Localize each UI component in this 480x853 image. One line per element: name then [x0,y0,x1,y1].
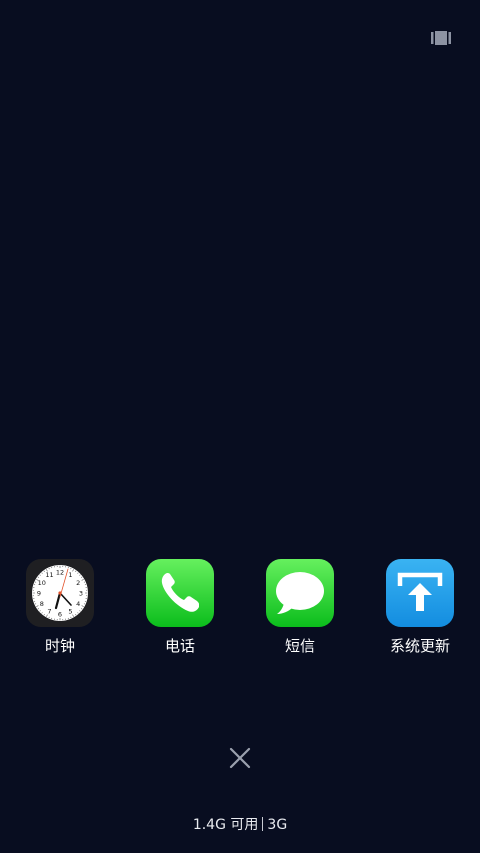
clock-numeral: 12 [56,568,64,576]
app-system-update[interactable]: 系统更新 [365,559,475,655]
clock-numeral: 6 [58,610,62,618]
app-label-messages: 短信 [284,637,315,655]
phone-icon [146,559,214,627]
clock-numeral: 3 [79,589,83,597]
clock-numeral: 9 [37,589,41,597]
clock-numeral: 11 [45,571,53,579]
system-update-icon [386,559,454,627]
clock-icon: 12 1 2 3 4 5 6 7 8 9 10 11 [26,559,94,627]
app-row: 12 1 2 3 4 5 6 7 8 9 10 11 时钟 电话 短信 系统更新 [0,559,480,669]
network-type: 3G [267,817,288,833]
message-icon [266,559,334,627]
app-phone[interactable]: 电话 [125,559,235,655]
app-label-clock: 时钟 [44,637,75,655]
close-icon [229,747,251,769]
clock-numeral: 8 [40,600,44,608]
app-clock[interactable]: 12 1 2 3 4 5 6 7 8 9 10 11 时钟 [5,559,115,655]
layout-toggle-icon[interactable] [431,31,451,45]
storage-available: 1.4G 可用 [192,817,259,833]
clock-numeral: 1 [68,571,72,579]
close-button[interactable] [226,744,254,772]
clock-numeral: 5 [68,607,72,615]
clock-numeral: 7 [47,607,51,615]
storage-info: 1.4G 可用 3G [0,816,480,834]
divider [262,817,264,831]
clock-numeral: 4 [76,600,80,608]
app-messages[interactable]: 短信 [245,559,355,655]
app-label-system-update: 系统更新 [389,637,450,655]
clock-numeral: 10 [38,579,46,587]
clock-numeral: 2 [76,579,80,587]
app-label-phone: 电话 [164,637,195,655]
